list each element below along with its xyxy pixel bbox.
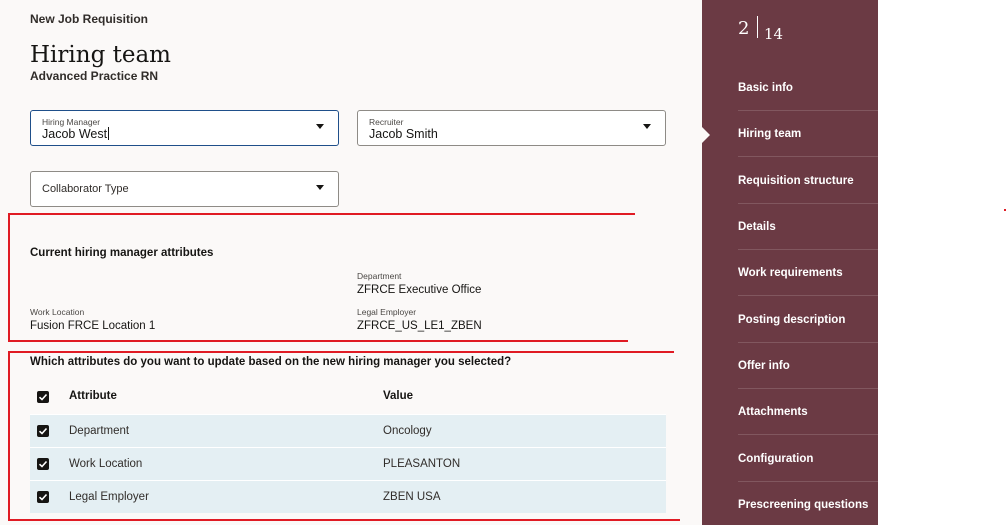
current-step-number: 2 [738, 18, 750, 39]
main-panel: New Job Requisition Hiring team Advanced… [0, 0, 702, 525]
chevron-down-icon[interactable] [316, 124, 324, 129]
annotation-line [8, 213, 635, 215]
nav-item-attachments[interactable]: Attachments [738, 389, 878, 435]
department-label: Department [357, 271, 402, 281]
recruiter-value: Jacob Smith [369, 127, 438, 141]
hiring-manager-value: Jacob West [42, 127, 110, 141]
nav-item-basic-info[interactable]: Basic info [738, 65, 878, 111]
chevron-down-icon[interactable] [643, 124, 651, 129]
nav-item-details[interactable]: Details [738, 204, 878, 250]
check-icon [38, 493, 48, 501]
nav-item-offer-info[interactable]: Offer info [738, 343, 878, 389]
annotation-line [8, 351, 674, 353]
collaborator-type-select[interactable]: Collaborator Type [30, 171, 339, 207]
nav-item-work-requirements[interactable]: Work requirements [738, 250, 878, 296]
annotation-line [8, 351, 10, 521]
table-row[interactable]: Work Location PLEASANTON [30, 447, 666, 480]
check-icon [38, 393, 48, 401]
row-attribute: Department [69, 425, 130, 437]
nav-item-configuration[interactable]: Configuration [738, 436, 878, 482]
row-checkbox[interactable] [37, 458, 49, 470]
nav-item-requisition-structure[interactable]: Requisition structure [738, 158, 878, 204]
legal-employer-value: ZFRCE_US_LE1_ZBEN [357, 320, 482, 332]
nav-item-posting-description[interactable]: Posting description [738, 297, 878, 343]
attributes-table: Attribute Value Department Oncology Work… [30, 381, 666, 513]
hiring-manager-label: Hiring Manager [42, 117, 101, 127]
row-value: ZBEN USA [383, 491, 441, 503]
annotation-line [8, 519, 680, 521]
recruiter-label: Recruiter [369, 117, 404, 127]
chevron-down-icon[interactable] [316, 185, 324, 190]
nav-item-prescreening-questions[interactable]: Prescreening questions [738, 482, 878, 528]
work-location-value: Fusion FRCE Location 1 [30, 320, 156, 332]
row-attribute: Work Location [69, 458, 143, 470]
row-checkbox[interactable] [37, 491, 49, 503]
select-all-checkbox[interactable] [37, 391, 49, 403]
page-title: Hiring team [30, 42, 171, 68]
active-step-pointer [702, 127, 710, 143]
check-icon [38, 460, 48, 468]
annotation-line [8, 213, 10, 341]
page-header: New Job Requisition [30, 12, 149, 26]
page-subtitle: Advanced Practice RN [30, 69, 159, 83]
current-legal-employer: Legal Employer ZFRCE_US_LE1_ZBEN [357, 307, 482, 332]
step-navigation-sidebar: 2 14 Basic info Hiring team Requisition … [702, 0, 878, 525]
annotation-line [8, 340, 628, 342]
legal-employer-label: Legal Employer [357, 307, 417, 317]
current-attributes-heading: Current hiring manager attributes [30, 247, 214, 259]
total-steps-number: 14 [764, 25, 784, 43]
update-question: Which attributes do you want to update b… [30, 356, 512, 368]
table-row[interactable]: Legal Employer ZBEN USA [30, 480, 666, 513]
current-department: Department ZFRCE Executive Office [357, 271, 481, 296]
collaborator-type-placeholder: Collaborator Type [42, 183, 129, 195]
row-checkbox[interactable] [37, 425, 49, 437]
column-header-attribute: Attribute [69, 390, 117, 402]
annotation-dot [1004, 209, 1006, 211]
table-row[interactable]: Department Oncology [30, 414, 666, 447]
table-header-row: Attribute Value [30, 381, 666, 414]
department-value: ZFRCE Executive Office [357, 284, 482, 296]
hiring-manager-select[interactable]: Hiring Manager Jacob West [30, 110, 339, 146]
row-value: Oncology [383, 425, 432, 437]
row-value: PLEASANTON [383, 458, 461, 470]
nav-item-hiring-team[interactable]: Hiring team [738, 111, 878, 157]
current-work-location: Work Location Fusion FRCE Location 1 [30, 307, 155, 332]
step-separator [757, 16, 758, 38]
column-header-value: Value [383, 390, 414, 402]
work-location-label: Work Location [30, 307, 85, 317]
recruiter-select[interactable]: Recruiter Jacob Smith [357, 110, 666, 146]
check-icon [38, 427, 48, 435]
row-attribute: Legal Employer [69, 491, 149, 503]
